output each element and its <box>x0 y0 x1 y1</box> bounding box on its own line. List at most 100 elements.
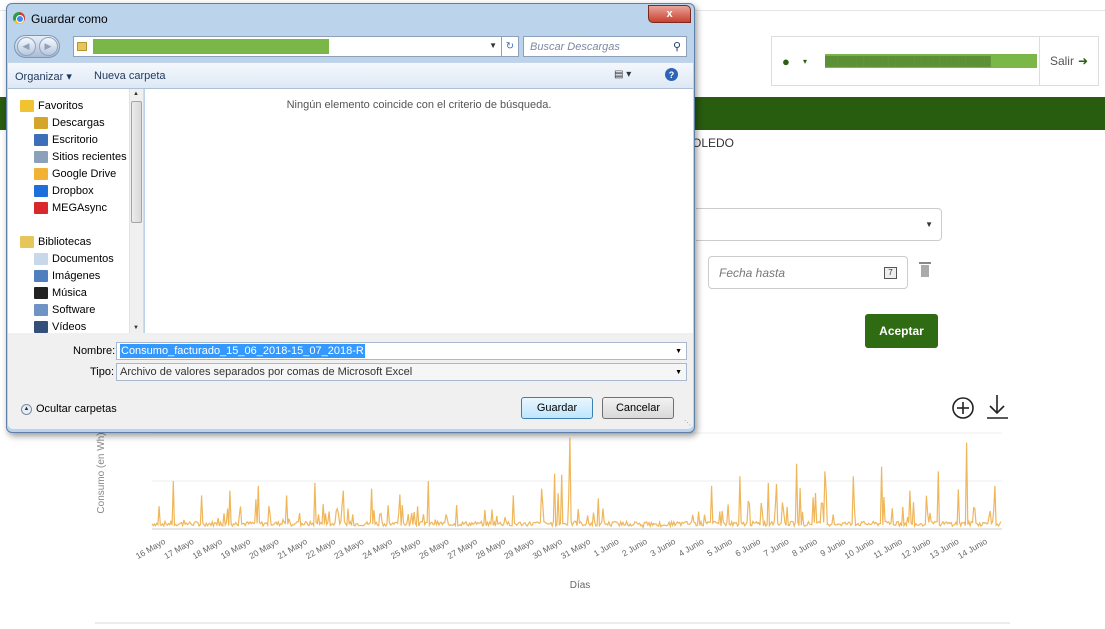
x-tick-label: 20 Mayo <box>247 536 280 561</box>
nav-item[interactable]: MEGAsync <box>34 199 107 216</box>
folder-icon <box>34 150 48 163</box>
folder-icon <box>34 116 48 129</box>
nav-item-label: Dropbox <box>52 184 94 197</box>
address-dropdown-icon[interactable]: ▼ <box>489 41 497 50</box>
accept-button[interactable]: Aceptar <box>865 314 938 348</box>
scroll-down-icon[interactable]: ▼ <box>133 325 139 331</box>
filetype-select[interactable]: Archivo de valores separados por comas d… <box>116 363 687 381</box>
nav-item[interactable]: Software <box>34 301 95 318</box>
zoom-in-icon[interactable] <box>952 397 974 419</box>
nav-item-label: Bibliotecas <box>38 235 92 248</box>
refresh-icon[interactable]: ↻ <box>502 36 519 57</box>
x-tick-label: 11 Junio <box>872 536 905 561</box>
dialog-footer: Nombre: Consumo_facturado_15_06_2018-15_… <box>8 333 693 429</box>
date-to-placeholder: Fecha hasta <box>719 265 786 280</box>
hide-folders-toggle[interactable]: ▲ Ocultar carpetas <box>21 403 117 415</box>
filename-label: Nombre: <box>73 345 116 357</box>
x-tick-label: 21 Mayo <box>276 536 309 561</box>
folder-icon <box>20 99 34 112</box>
consumption-chart: 16 Mayo17 Mayo18 Mayo19 Mayo20 Mayo21 Ma… <box>96 432 1002 591</box>
history-buttons: ◀ ▶ <box>14 35 60 58</box>
supply-select[interactable]: ▼ <box>696 208 942 241</box>
back-icon[interactable]: ◀ <box>16 37 36 56</box>
folder-icon <box>34 184 48 197</box>
folder-icon <box>34 303 48 316</box>
filename-dropdown-icon[interactable]: ▼ <box>675 348 682 355</box>
y-axis-label: Consumo (en Wh) <box>96 432 107 513</box>
x-tick-label: 13 Junio <box>928 536 961 561</box>
nav-item-label: MEGAsync <box>52 201 108 214</box>
file-list[interactable]: Ningún elemento coincide con el criterio… <box>145 89 693 333</box>
dialog-title: Guardar como <box>31 12 108 26</box>
search-input[interactable]: Buscar Descargas ⚲ <box>523 36 687 57</box>
user-menu[interactable]: ● ▾ ██████████████████████████ <box>771 36 1039 86</box>
x-tick-label: 18 Mayo <box>191 536 224 561</box>
folder-icon <box>34 201 48 214</box>
address-path <box>93 39 329 54</box>
folder-icon <box>34 269 48 282</box>
nav-item[interactable]: Sitios recientes <box>34 148 127 165</box>
nav-item[interactable]: Escritorio <box>34 131 98 148</box>
bottom-divider <box>95 622 1010 624</box>
trash-icon[interactable] <box>919 262 931 278</box>
search-placeholder: Buscar Descargas <box>530 40 620 53</box>
nav-item[interactable]: Documentos <box>34 250 114 267</box>
new-folder-button[interactable]: Nueva carpeta <box>94 70 166 82</box>
x-tick-label: 29 Mayo <box>502 536 535 561</box>
filetype-dropdown-icon[interactable]: ▼ <box>675 369 682 376</box>
nav-item[interactable]: Favoritos <box>20 97 83 114</box>
nav-item-label: Google Drive <box>52 167 117 180</box>
save-as-dialog: Guardar como x ◀ ▶ ▼ ↻ Buscar Descargas … <box>6 3 695 433</box>
nav-item[interactable]: Imágenes <box>34 267 100 284</box>
nav-item[interactable]: Bibliotecas <box>20 233 91 250</box>
calendar-icon[interactable]: 7 <box>884 266 897 279</box>
nav-item-label: Descargas <box>52 116 105 129</box>
nav-item[interactable]: Google Drive <box>34 165 116 182</box>
search-icon[interactable]: ⚲ <box>673 40 681 53</box>
help-icon[interactable]: ? <box>665 68 678 81</box>
nav-item[interactable]: Dropbox <box>34 182 94 199</box>
x-tick-label: 27 Mayo <box>446 536 479 561</box>
download-icon[interactable] <box>987 395 1008 419</box>
nav-item-label: Software <box>52 303 96 316</box>
select-caret-icon: ▼ <box>925 220 933 229</box>
logout-button[interactable]: Salir ➜ <box>1039 36 1099 86</box>
x-tick-label: 1 Junio <box>592 536 621 559</box>
x-tick-label: 8 Junio <box>790 536 819 559</box>
cancel-button[interactable]: Cancelar <box>602 397 674 419</box>
scroll-thumb[interactable] <box>131 101 142 223</box>
forward-icon[interactable]: ▶ <box>38 37 58 56</box>
resize-grip-icon[interactable]: ⋱ <box>684 419 691 427</box>
close-button[interactable]: x <box>648 5 691 23</box>
organize-menu[interactable]: Organizar ▾ <box>15 70 72 83</box>
scroll-up-icon[interactable]: ▲ <box>133 91 139 97</box>
chevron-down-icon: ▾ <box>803 56 808 66</box>
nav-item-label: Imágenes <box>52 269 101 282</box>
nav-item-label: Documentos <box>52 252 114 265</box>
logout-icon: ➜ <box>1077 54 1089 68</box>
page: ● ▾ ██████████████████████████ Salir ➜ O… <box>0 0 1105 629</box>
x-tick-label: 7 Junio <box>762 536 791 559</box>
folder-icon <box>34 320 48 333</box>
x-axis-label: Días <box>570 580 591 591</box>
date-to-input[interactable]: Fecha hasta 7 <box>708 256 908 289</box>
nav-item-label: Vídeos <box>52 320 87 333</box>
address-bar[interactable]: ▼ <box>73 36 502 57</box>
nav-item-label: Favoritos <box>38 99 84 112</box>
views-icon[interactable]: ▤ ▾ <box>614 69 631 80</box>
x-tick-label: 9 Junio <box>818 536 847 559</box>
nav-item[interactable]: Descargas <box>34 114 105 131</box>
x-tick-label: 10 Junio <box>843 536 876 561</box>
user-name: ██████████████████████████ <box>825 54 1038 68</box>
x-tick-label: 31 Mayo <box>559 536 592 561</box>
filename-input[interactable]: Consumo_facturado_15_06_2018-15_07_2018-… <box>116 342 687 360</box>
x-tick-label: 23 Mayo <box>332 536 365 561</box>
nav-scrollbar[interactable]: ▲ ▼ <box>129 89 143 333</box>
dialog-titlebar[interactable]: Guardar como x <box>7 4 694 32</box>
x-tick-label: 24 Mayo <box>361 536 394 561</box>
save-button[interactable]: Guardar <box>521 397 593 419</box>
nav-item[interactable]: Música <box>34 284 87 301</box>
x-tick-label: 28 Mayo <box>474 536 507 561</box>
filename-value: Consumo_facturado_15_06_2018-15_07_2018-… <box>120 344 365 358</box>
x-tick-label: 16 Mayo <box>134 536 167 561</box>
